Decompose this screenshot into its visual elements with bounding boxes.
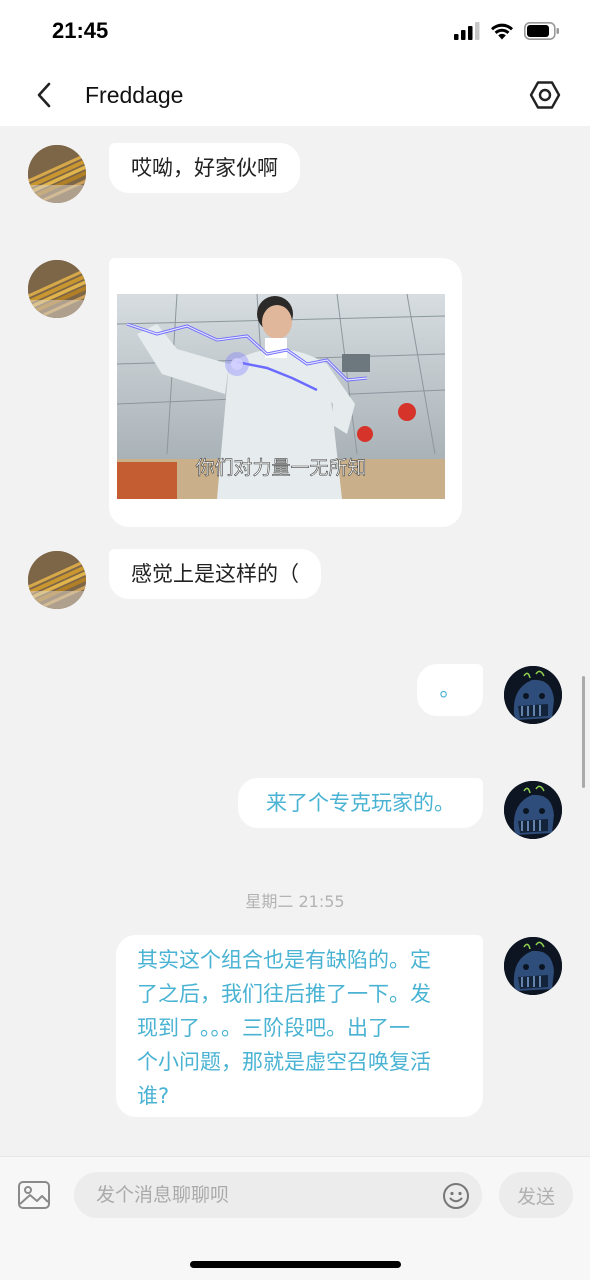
smiley-icon: [443, 1183, 469, 1209]
chat-title: Freddage: [85, 82, 184, 108]
hexagon-settings-icon: [529, 81, 561, 109]
settings-button[interactable]: [528, 77, 562, 113]
message-bubble[interactable]: 。: [417, 664, 483, 716]
message-text: 。: [439, 677, 461, 701]
back-button[interactable]: [28, 78, 60, 112]
message-text: 感觉上是这样的（: [131, 562, 299, 586]
image-icon: [18, 1181, 50, 1209]
meme-image[interactable]: 你们对力量一无所知: [117, 294, 445, 499]
nav-bar: Freddage: [0, 64, 590, 126]
my-avatar[interactable]: [504, 781, 562, 839]
message-line: 谁?: [137, 1084, 170, 1108]
send-button[interactable]: 发送: [499, 1172, 573, 1218]
message-bubble[interactable]: 来了个专克玩家的。: [238, 778, 483, 828]
image-message-bubble[interactable]: 你们对力量一无所知: [109, 258, 462, 527]
emoji-button[interactable]: [442, 1182, 470, 1210]
message-text: 哎呦，好家伙啊: [131, 156, 278, 180]
wifi-icon: [491, 23, 513, 40]
message-line: 了之后，我们往后推了一下。发: [137, 982, 431, 1006]
message-line: 其实这个组合也是有缺陷的。定: [137, 948, 431, 972]
contact-avatar[interactable]: [28, 260, 86, 318]
home-indicator[interactable]: [190, 1261, 401, 1268]
contact-avatar[interactable]: [28, 145, 86, 203]
message-text: 来了个专克玩家的。: [266, 791, 455, 815]
message-bubble[interactable]: 感觉上是这样的（: [109, 549, 321, 599]
status-icons: [454, 22, 560, 40]
status-bar: 21:45: [0, 0, 590, 64]
image-button[interactable]: [17, 1179, 51, 1211]
cellular-signal-icon: [454, 22, 480, 40]
timestamp: 星期二 21:55: [245, 892, 345, 911]
message-line: 个小问题，那就是虚空召唤复活: [137, 1050, 431, 1074]
message-bubble[interactable]: 其实这个组合也是有缺陷的。定 了之后，我们往后推了一下。发 现到了。。。三阶段吧…: [116, 935, 483, 1117]
chat-messages[interactable]: 哎呦，好家伙啊 你们对力量一无所知 感觉上是这样的（ 。 来了个专克玩家的。 星…: [0, 126, 590, 1156]
my-avatar[interactable]: [504, 937, 562, 995]
message-line: 现到了。。。三阶段吧。出了一: [137, 1016, 410, 1040]
status-time: 21:45: [52, 18, 109, 43]
battery-icon: [524, 22, 559, 40]
message-bubble[interactable]: 哎呦，好家伙啊: [109, 143, 300, 193]
my-avatar[interactable]: [504, 666, 562, 724]
input-bar: 发送: [0, 1156, 590, 1280]
chevron-left-icon: [37, 82, 51, 108]
scrollbar[interactable]: [582, 676, 585, 788]
contact-avatar[interactable]: [28, 551, 86, 609]
message-input[interactable]: [74, 1172, 482, 1218]
meme-caption: 你们对力量一无所知: [195, 457, 366, 479]
